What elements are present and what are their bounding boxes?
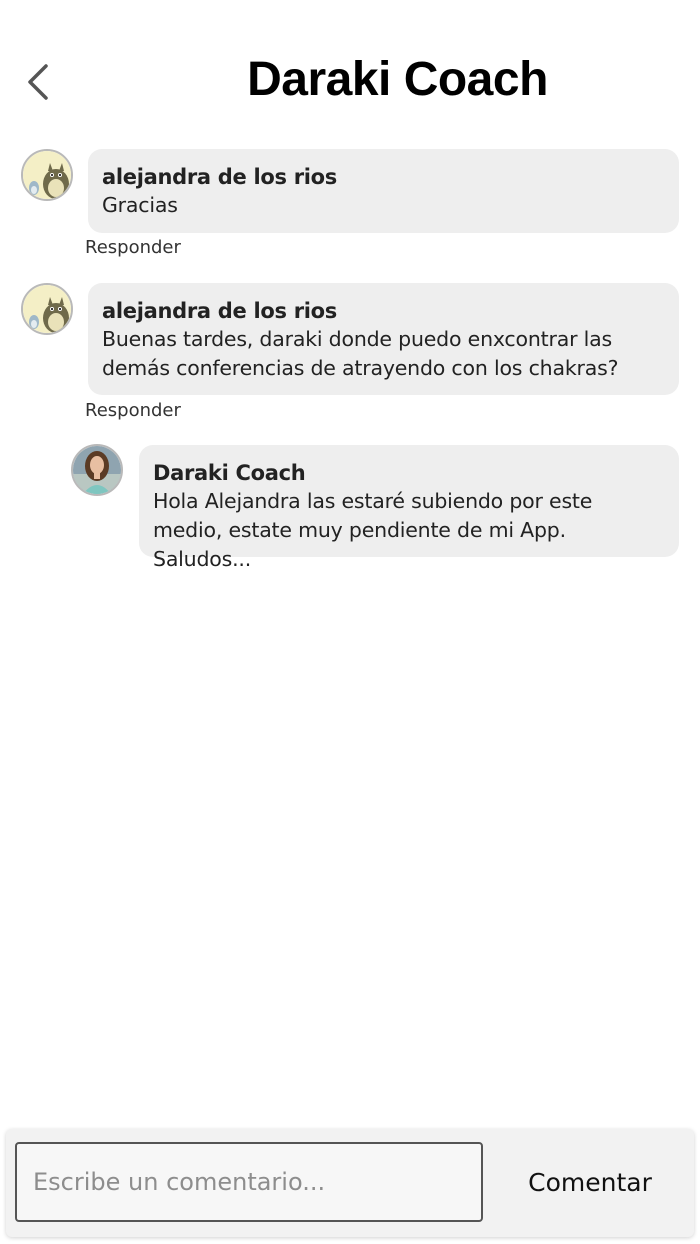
comment-bubble: alejandra de los rios Buenas tardes, dar… [88,283,679,395]
reply-link[interactable]: Responder [85,400,181,421]
reply-link[interactable]: Responder [85,237,181,258]
submit-comment-button[interactable]: Comentar [496,1142,684,1222]
comment-input[interactable] [15,1142,483,1222]
comment-composer: Comentar [6,1129,694,1237]
comment-bubble: Daraki Coach Hola Alejandra las estaré s… [139,445,679,571]
totoro-avatar-icon [23,151,71,199]
comment-author: alejandra de los rios [102,299,338,323]
coach-photo-avatar-icon [73,446,121,494]
avatar [21,283,73,335]
totoro-avatar-icon [23,285,71,333]
avatar [21,149,73,201]
comment-text: Hola Alejandra las estaré subiendo por e… [153,489,593,571]
comment-text: Gracias [102,193,178,217]
comment-author: alejandra de los rios [102,165,338,189]
page-title: Daraki Coach [247,53,548,106]
avatar [71,444,123,496]
app-header: Daraki Coach [0,0,700,135]
comment-author: Daraki Coach [153,461,306,485]
comment-bubble: alejandra de los rios Gracias [88,149,679,233]
comment-text: Buenas tardes, daraki donde puedo enxcon… [102,327,619,380]
